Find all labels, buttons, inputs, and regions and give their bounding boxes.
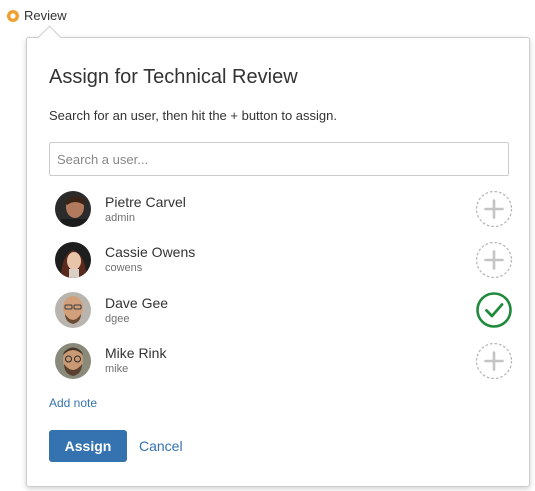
user-row: Mike Rink mike <box>49 336 513 387</box>
search-user-input[interactable] <box>49 142 509 176</box>
review-trigger[interactable]: Review <box>6 8 67 23</box>
user-avatar <box>55 292 91 329</box>
user-row: Dave Gee dgee <box>49 285 513 336</box>
user-name: Cassie Owens <box>105 244 196 261</box>
user-avatar <box>55 342 91 379</box>
user-name: Dave Gee <box>105 294 169 311</box>
plus-circle-icon[interactable] <box>475 190 513 228</box>
user-row: Pietre Carvel admin <box>49 184 513 235</box>
user-avatar <box>55 191 91 228</box>
check-circle-icon[interactable] <box>475 291 513 329</box>
plus-circle-icon[interactable] <box>475 241 513 279</box>
user-name: Mike Rink <box>105 345 167 362</box>
user-list: Pietre Carvel admin Cassie Owens cowens … <box>49 184 513 386</box>
user-avatar <box>55 241 91 278</box>
user-name: Pietre Carvel <box>105 193 186 210</box>
add-note-link[interactable]: Add note <box>49 396 97 410</box>
assign-button[interactable]: Assign <box>49 430 127 462</box>
page: Review Assign for Technical Review Searc… <box>0 0 535 491</box>
plus-circle-icon[interactable] <box>475 342 513 380</box>
user-handle: mike <box>105 363 129 376</box>
cancel-link[interactable]: Cancel <box>139 438 183 454</box>
review-trigger-label: Review <box>24 8 67 23</box>
dialog-description: Search for an user, then hit the + butto… <box>49 108 337 123</box>
assign-dialog: Assign for Technical Review Search for a… <box>26 25 530 487</box>
user-handle: cowens <box>105 262 143 275</box>
dialog-pointer <box>37 25 62 50</box>
dialog-title: Assign for Technical Review <box>49 66 298 88</box>
user-row: Cassie Owens cowens <box>49 235 513 286</box>
status-circle-icon <box>7 9 19 22</box>
user-handle: dgee <box>105 312 130 325</box>
user-handle: admin <box>105 211 135 224</box>
